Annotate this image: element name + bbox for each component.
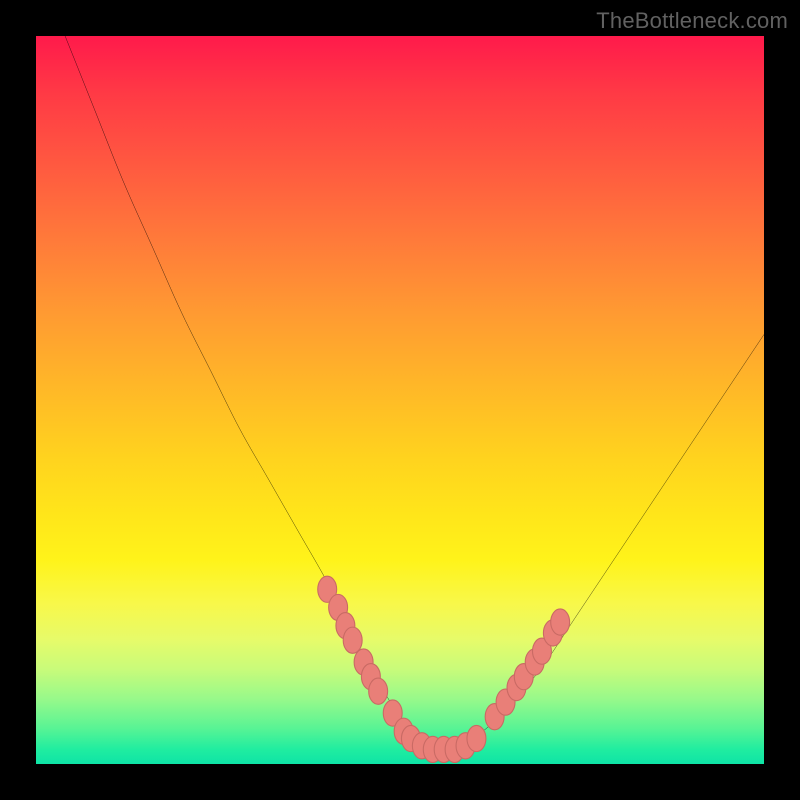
data-marker [343,627,362,653]
data-marker [369,678,388,704]
watermark-text: TheBottleneck.com [596,8,788,34]
plot-area [36,36,764,764]
data-marker [551,609,570,635]
chart-frame: TheBottleneck.com [0,0,800,800]
chart-svg [36,36,764,764]
data-markers [318,576,570,762]
bottleneck-curve [65,36,764,750]
data-marker [467,725,486,751]
